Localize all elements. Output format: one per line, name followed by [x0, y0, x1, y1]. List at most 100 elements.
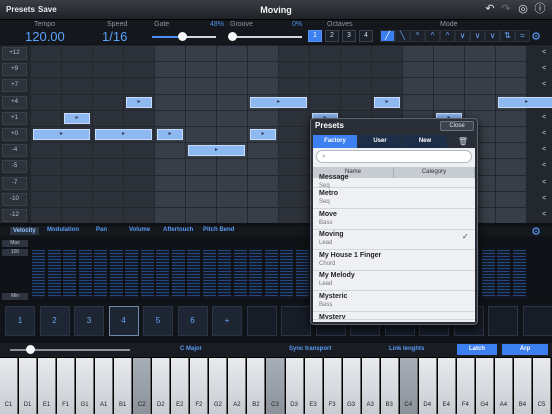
grid-cell[interactable]: [124, 208, 154, 224]
pattern-button-2[interactable]: 2: [39, 306, 70, 336]
grid-cell[interactable]: [496, 110, 526, 126]
pattern-slot[interactable]: [522, 306, 552, 336]
grid-cell[interactable]: [403, 62, 433, 78]
grid-cell[interactable]: [155, 78, 185, 94]
speed-value[interactable]: 1/16: [102, 29, 127, 44]
grid-cell[interactable]: [341, 62, 371, 78]
note-block[interactable]: ▸: [33, 129, 90, 140]
grid-cell[interactable]: [93, 143, 123, 159]
preset-list-item[interactable]: Mystery: [313, 312, 475, 320]
settings-gear-icon[interactable]: ⚙: [530, 31, 542, 43]
grid-cell[interactable]: [279, 127, 309, 143]
grid-cell[interactable]: [341, 78, 371, 94]
grid-cell[interactable]: [403, 94, 433, 110]
velocity-bar[interactable]: [156, 250, 169, 298]
velocity-bar[interactable]: [481, 250, 495, 298]
grid-cell[interactable]: [434, 62, 464, 78]
grid-cell[interactable]: [434, 94, 464, 110]
trash-icon[interactable]: 🗑: [456, 135, 470, 148]
grid-cell[interactable]: [155, 62, 185, 78]
grid-cell[interactable]: [372, 78, 402, 94]
piano-key-G1[interactable]: G1: [76, 358, 95, 414]
note-block[interactable]: ▸: [157, 129, 183, 140]
grid-cell[interactable]: [217, 62, 247, 78]
groove-slider-knob[interactable]: [228, 32, 237, 41]
grid-cell[interactable]: [31, 208, 61, 224]
piano-key-C2[interactable]: C2: [133, 358, 152, 414]
piano-key-F2[interactable]: F2: [190, 358, 209, 414]
grid-cell[interactable]: [496, 127, 526, 143]
tab-pan[interactable]: Pan: [96, 227, 107, 233]
grid-cell[interactable]: [62, 78, 92, 94]
velocity-bar[interactable]: [171, 250, 185, 298]
grid-cell[interactable]: [155, 143, 185, 159]
piano-key-E2[interactable]: E2: [171, 358, 190, 414]
note-block[interactable]: ▸: [95, 129, 152, 140]
pattern-button-3[interactable]: 3: [74, 306, 104, 336]
piano-key-D1[interactable]: D1: [19, 358, 38, 414]
grid-cell[interactable]: [62, 208, 92, 224]
note-block[interactable]: ▸: [498, 96, 552, 108]
piano-key-G4[interactable]: G4: [475, 358, 494, 414]
info-icon[interactable]: ⓘ: [534, 3, 546, 15]
piano-key-F4[interactable]: F4: [456, 358, 475, 414]
link-lengths-toggle[interactable]: Link lenghts: [389, 346, 424, 352]
pattern-button-4[interactable]: 4: [108, 306, 139, 336]
grid-cell[interactable]: [372, 62, 402, 78]
velocity-bar[interactable]: [78, 250, 92, 298]
velocity-bar[interactable]: [233, 250, 247, 298]
grid-cell[interactable]: [496, 159, 526, 175]
velocity-bar[interactable]: [32, 250, 45, 298]
grid-cell[interactable]: [248, 78, 278, 94]
arp-button[interactable]: Arp: [502, 344, 548, 355]
preset-list-item[interactable]: My Melody Lead: [313, 270, 475, 292]
grid-cell[interactable]: [124, 78, 154, 94]
piano-key-D2[interactable]: D2: [152, 358, 171, 414]
grid-cell[interactable]: [124, 143, 154, 159]
octave-button-4[interactable]: 4: [359, 30, 373, 42]
preset-list-item[interactable]: My House 1 Finger Chord: [313, 250, 475, 271]
grid-cell[interactable]: [186, 62, 216, 78]
piano-key-B1[interactable]: B1: [114, 358, 133, 414]
tab-aftertouch[interactable]: Aftertouch: [163, 227, 193, 233]
velocity-bar[interactable]: [512, 250, 526, 298]
velocity-bar[interactable]: [280, 250, 293, 298]
presets-search-input[interactable]: ⌕: [316, 150, 472, 163]
grid-cell[interactable]: [186, 127, 216, 143]
grid-cell[interactable]: [248, 159, 278, 175]
pattern-button-1[interactable]: 1: [5, 306, 35, 336]
grid-cell[interactable]: [62, 46, 92, 62]
grid-cell[interactable]: [248, 62, 278, 78]
grid-cell[interactable]: [310, 62, 340, 78]
grid-cell[interactable]: [465, 78, 495, 94]
grid-cell[interactable]: [93, 191, 123, 207]
grid-cell[interactable]: [124, 62, 154, 78]
grid-cell[interactable]: [186, 78, 216, 94]
grid-cell[interactable]: [31, 94, 61, 110]
velocity-bar[interactable]: [218, 250, 231, 298]
grid-cell[interactable]: [217, 127, 247, 143]
grid-cell[interactable]: [124, 175, 154, 191]
velocity-bar[interactable]: [295, 250, 309, 298]
grid-cell[interactable]: [279, 110, 309, 126]
velocity-bar[interactable]: [47, 250, 61, 298]
grid-cell[interactable]: [310, 46, 340, 62]
piano-key-D3[interactable]: D3: [285, 358, 304, 414]
lane-settings-gear-icon[interactable]: ⚙: [530, 226, 542, 238]
grid-cell[interactable]: [496, 143, 526, 159]
grid-cell[interactable]: [31, 143, 61, 159]
grid-cell[interactable]: [62, 94, 92, 110]
grid-cell[interactable]: [248, 208, 278, 224]
grid-cell[interactable]: [31, 46, 61, 62]
grid-cell[interactable]: [310, 78, 340, 94]
note-block[interactable]: ▸: [250, 129, 276, 140]
velocity-bar[interactable]: [202, 250, 216, 298]
grid-cell[interactable]: [155, 191, 185, 207]
grid-cell[interactable]: [496, 191, 526, 207]
grid-cell[interactable]: [186, 208, 216, 224]
grid-cell[interactable]: [155, 159, 185, 175]
latch-button[interactable]: Latch: [457, 344, 497, 355]
piano-key-A1[interactable]: A1: [95, 358, 114, 414]
piano-key-C5[interactable]: C5: [532, 358, 551, 414]
grid-cell[interactable]: [186, 94, 216, 110]
